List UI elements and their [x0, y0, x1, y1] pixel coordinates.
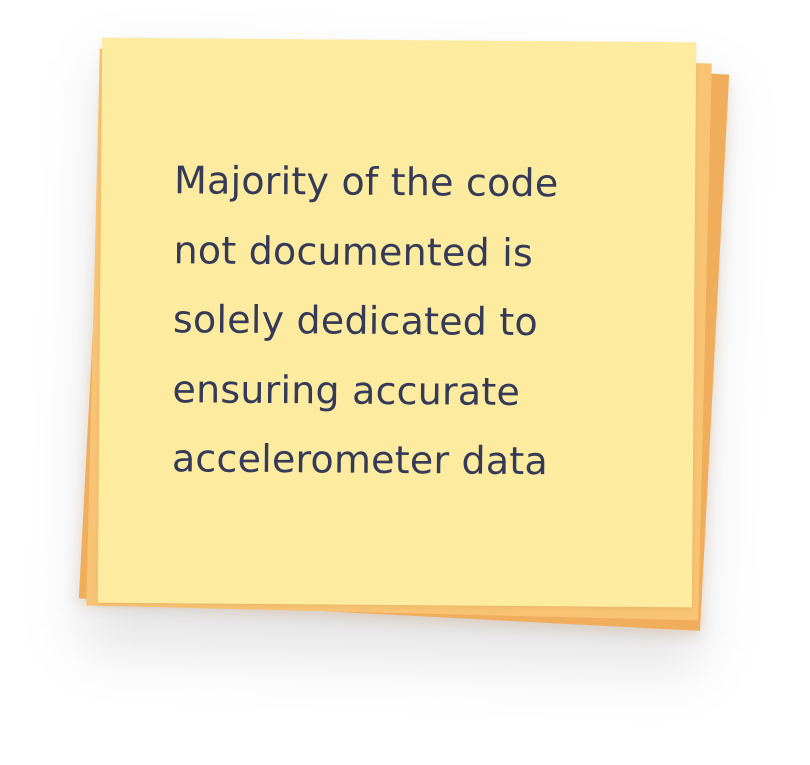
sticky-note-line-4: ensuring accurate	[172, 366, 521, 414]
sticky-note-stack: Majority of the code not documented is s…	[0, 0, 810, 765]
sticky-note-line-1: Majority of the code	[173, 158, 559, 206]
sticky-note-line-3: solely dedicated to	[172, 297, 539, 345]
sticky-note-text: Majority of the code not documented is s…	[172, 146, 645, 497]
sticky-note-front: Majority of the code not documented is s…	[97, 37, 697, 608]
sticky-note-line-2: not documented is	[173, 227, 534, 275]
sticky-note-line-5: accelerometer data	[171, 436, 549, 484]
